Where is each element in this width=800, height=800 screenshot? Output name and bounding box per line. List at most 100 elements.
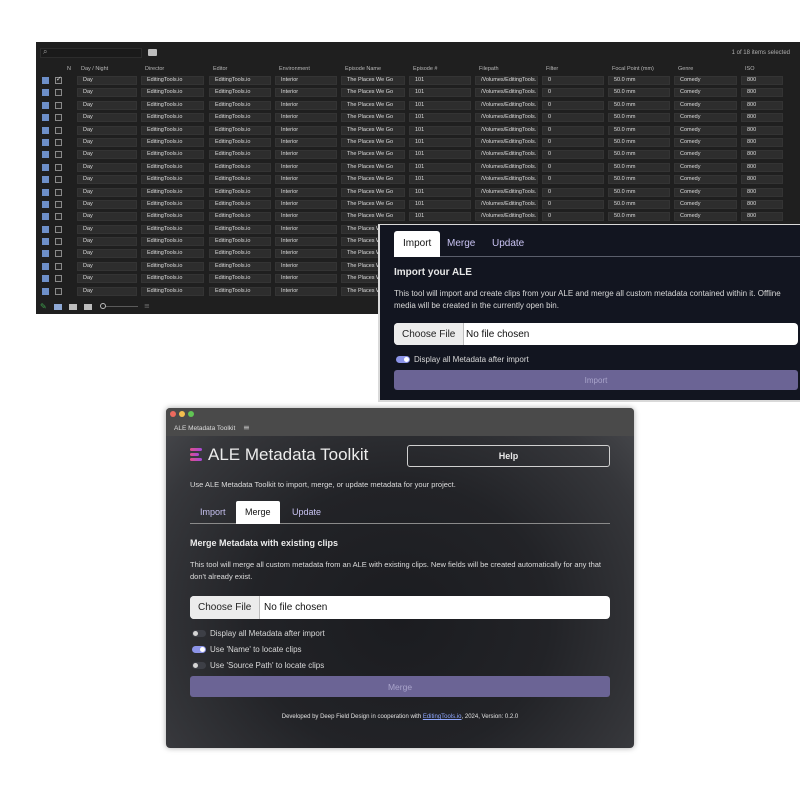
zoom-slider[interactable] [102, 306, 138, 307]
table-cell[interactable]: Interior [275, 88, 337, 98]
tab-update[interactable]: Update [292, 501, 321, 524]
table-cell[interactable]: 0 [542, 76, 604, 85]
table-cell[interactable]: The Places We Go [341, 100, 405, 110]
table-cell[interactable]: Day [77, 125, 137, 135]
table-cell[interactable]: Day [77, 274, 137, 284]
table-cell[interactable]: 50.0 mm [608, 137, 670, 147]
table-cell[interactable]: Interior [275, 150, 337, 160]
table-row[interactable]: Day EditingTools.io EditingTools.io Interio… [36, 148, 800, 160]
merge-button[interactable]: Merge [190, 676, 610, 697]
table-cell[interactable]: /Volumes/EditingTools. [475, 162, 538, 172]
tab-merge[interactable]: Merge [447, 231, 475, 257]
table-cell[interactable]: Interior [275, 76, 337, 85]
table-cell[interactable]: EditingTools.io [209, 274, 271, 284]
table-cell[interactable]: 50.0 mm [608, 150, 670, 160]
row-checkbox[interactable] [55, 188, 62, 196]
tab-update[interactable]: Update [492, 231, 524, 257]
table-cell[interactable]: The Places We Go [341, 88, 405, 98]
table-cell[interactable]: EditingTools.io [141, 274, 204, 284]
table-cell[interactable]: Comedy [674, 187, 737, 197]
table-cell[interactable]: 800 [741, 113, 783, 123]
table-cell[interactable]: 50.0 mm [608, 88, 670, 98]
table-cell[interactable]: 0 [542, 125, 604, 135]
editingtools-link[interactable]: EditingTools.io [423, 714, 462, 720]
table-cell[interactable]: 0 [542, 137, 604, 147]
import-button[interactable]: Import [394, 370, 798, 390]
tab-import[interactable]: Import [200, 501, 226, 524]
table-cell[interactable]: 101 [409, 150, 471, 160]
row-checkbox[interactable] [55, 250, 62, 258]
table-cell[interactable]: /Volumes/EditingTools. [475, 175, 538, 185]
row-checkbox[interactable] [55, 126, 62, 134]
table-cell[interactable]: Interior [275, 113, 337, 123]
table-cell[interactable]: /Volumes/EditingTools. [475, 100, 538, 110]
row-checkbox[interactable] [55, 138, 62, 146]
table-cell[interactable]: 0 [542, 100, 604, 110]
table-cell[interactable]: /Volumes/EditingTools. [475, 212, 538, 222]
table-cell[interactable]: 800 [741, 150, 783, 160]
table-cell[interactable]: 0 [542, 162, 604, 172]
table-cell[interactable]: Comedy [674, 199, 737, 209]
choose-file-button[interactable]: Choose File [394, 323, 465, 345]
list-view-icon[interactable] [54, 304, 62, 310]
table-cell[interactable]: EditingTools.io [141, 261, 204, 271]
table-cell[interactable]: 800 [741, 88, 783, 98]
table-row[interactable]: Day EditingTools.io EditingTools.io Interio… [36, 161, 800, 173]
table-cell[interactable]: The Places We Go [341, 113, 405, 123]
table-cell[interactable]: EditingTools.io [209, 150, 271, 160]
table-cell[interactable]: /Volumes/EditingTools. [475, 76, 538, 85]
table-cell[interactable]: EditingTools.io [141, 150, 204, 160]
table-cell[interactable]: EditingTools.io [209, 113, 271, 123]
folder-icon[interactable] [148, 49, 157, 56]
icon-view-icon[interactable] [69, 304, 77, 310]
table-cell[interactable]: Day [77, 249, 137, 259]
table-cell[interactable]: 0 [542, 199, 604, 209]
table-cell[interactable]: EditingTools.io [141, 212, 204, 222]
zoom-button[interactable] [188, 411, 194, 417]
table-cell[interactable]: Comedy [674, 125, 737, 135]
table-cell[interactable]: /Volumes/EditingTools. [475, 137, 538, 147]
table-cell[interactable]: Day [77, 88, 137, 98]
table-cell[interactable]: 101 [409, 88, 471, 98]
freeform-view-icon[interactable] [84, 304, 92, 310]
table-cell[interactable]: EditingTools.io [209, 249, 271, 259]
use-source-path-toggle[interactable] [192, 662, 206, 669]
row-checkbox[interactable] [55, 275, 62, 283]
table-row[interactable]: Day EditingTools.io EditingTools.io Interio… [36, 99, 800, 111]
table-cell[interactable]: Interior [275, 237, 337, 247]
table-cell[interactable]: The Places We Go [341, 125, 405, 135]
table-cell[interactable]: EditingTools.io [141, 199, 204, 209]
table-cell[interactable]: Interior [275, 199, 337, 209]
table-cell[interactable]: Comedy [674, 175, 737, 185]
row-checkbox[interactable] [55, 262, 62, 270]
table-cell[interactable]: The Places We Go [341, 150, 405, 160]
table-cell[interactable]: Comedy [674, 150, 737, 160]
table-cell[interactable]: Interior [275, 212, 337, 222]
table-cell[interactable]: /Volumes/EditingTools. [475, 187, 538, 197]
table-cell[interactable]: Comedy [674, 162, 737, 172]
table-cell[interactable]: EditingTools.io [141, 162, 204, 172]
table-cell[interactable]: 101 [409, 100, 471, 110]
table-cell[interactable]: 50.0 mm [608, 199, 670, 209]
table-row[interactable]: Day EditingTools.io EditingTools.io Interio… [36, 74, 800, 86]
row-checkbox[interactable] [55, 163, 62, 171]
table-row[interactable]: Day EditingTools.io EditingTools.io Interio… [36, 173, 800, 185]
table-cell[interactable]: 800 [741, 76, 783, 85]
row-checkbox[interactable] [55, 151, 62, 159]
table-cell[interactable]: EditingTools.io [141, 175, 204, 185]
file-input[interactable]: Choose File No file chosen [190, 596, 610, 619]
table-cell[interactable]: Day [77, 286, 137, 296]
table-cell[interactable]: 50.0 mm [608, 212, 670, 222]
column-header[interactable]: Focal Point (mm) [612, 66, 654, 72]
table-row[interactable]: Day EditingTools.io EditingTools.io Interio… [36, 124, 800, 136]
file-input[interactable]: Choose File No file chosen [394, 323, 798, 345]
table-cell[interactable]: EditingTools.io [141, 100, 204, 110]
column-header[interactable]: Genre [678, 66, 693, 72]
table-cell[interactable]: 0 [542, 212, 604, 222]
table-cell[interactable]: EditingTools.io [141, 187, 204, 197]
table-cell[interactable]: Comedy [674, 76, 737, 85]
table-cell[interactable]: Day [77, 199, 137, 209]
row-checkbox[interactable] [55, 213, 62, 221]
column-header[interactable]: Environment [279, 66, 310, 72]
column-header[interactable]: Day / Night [81, 66, 108, 72]
